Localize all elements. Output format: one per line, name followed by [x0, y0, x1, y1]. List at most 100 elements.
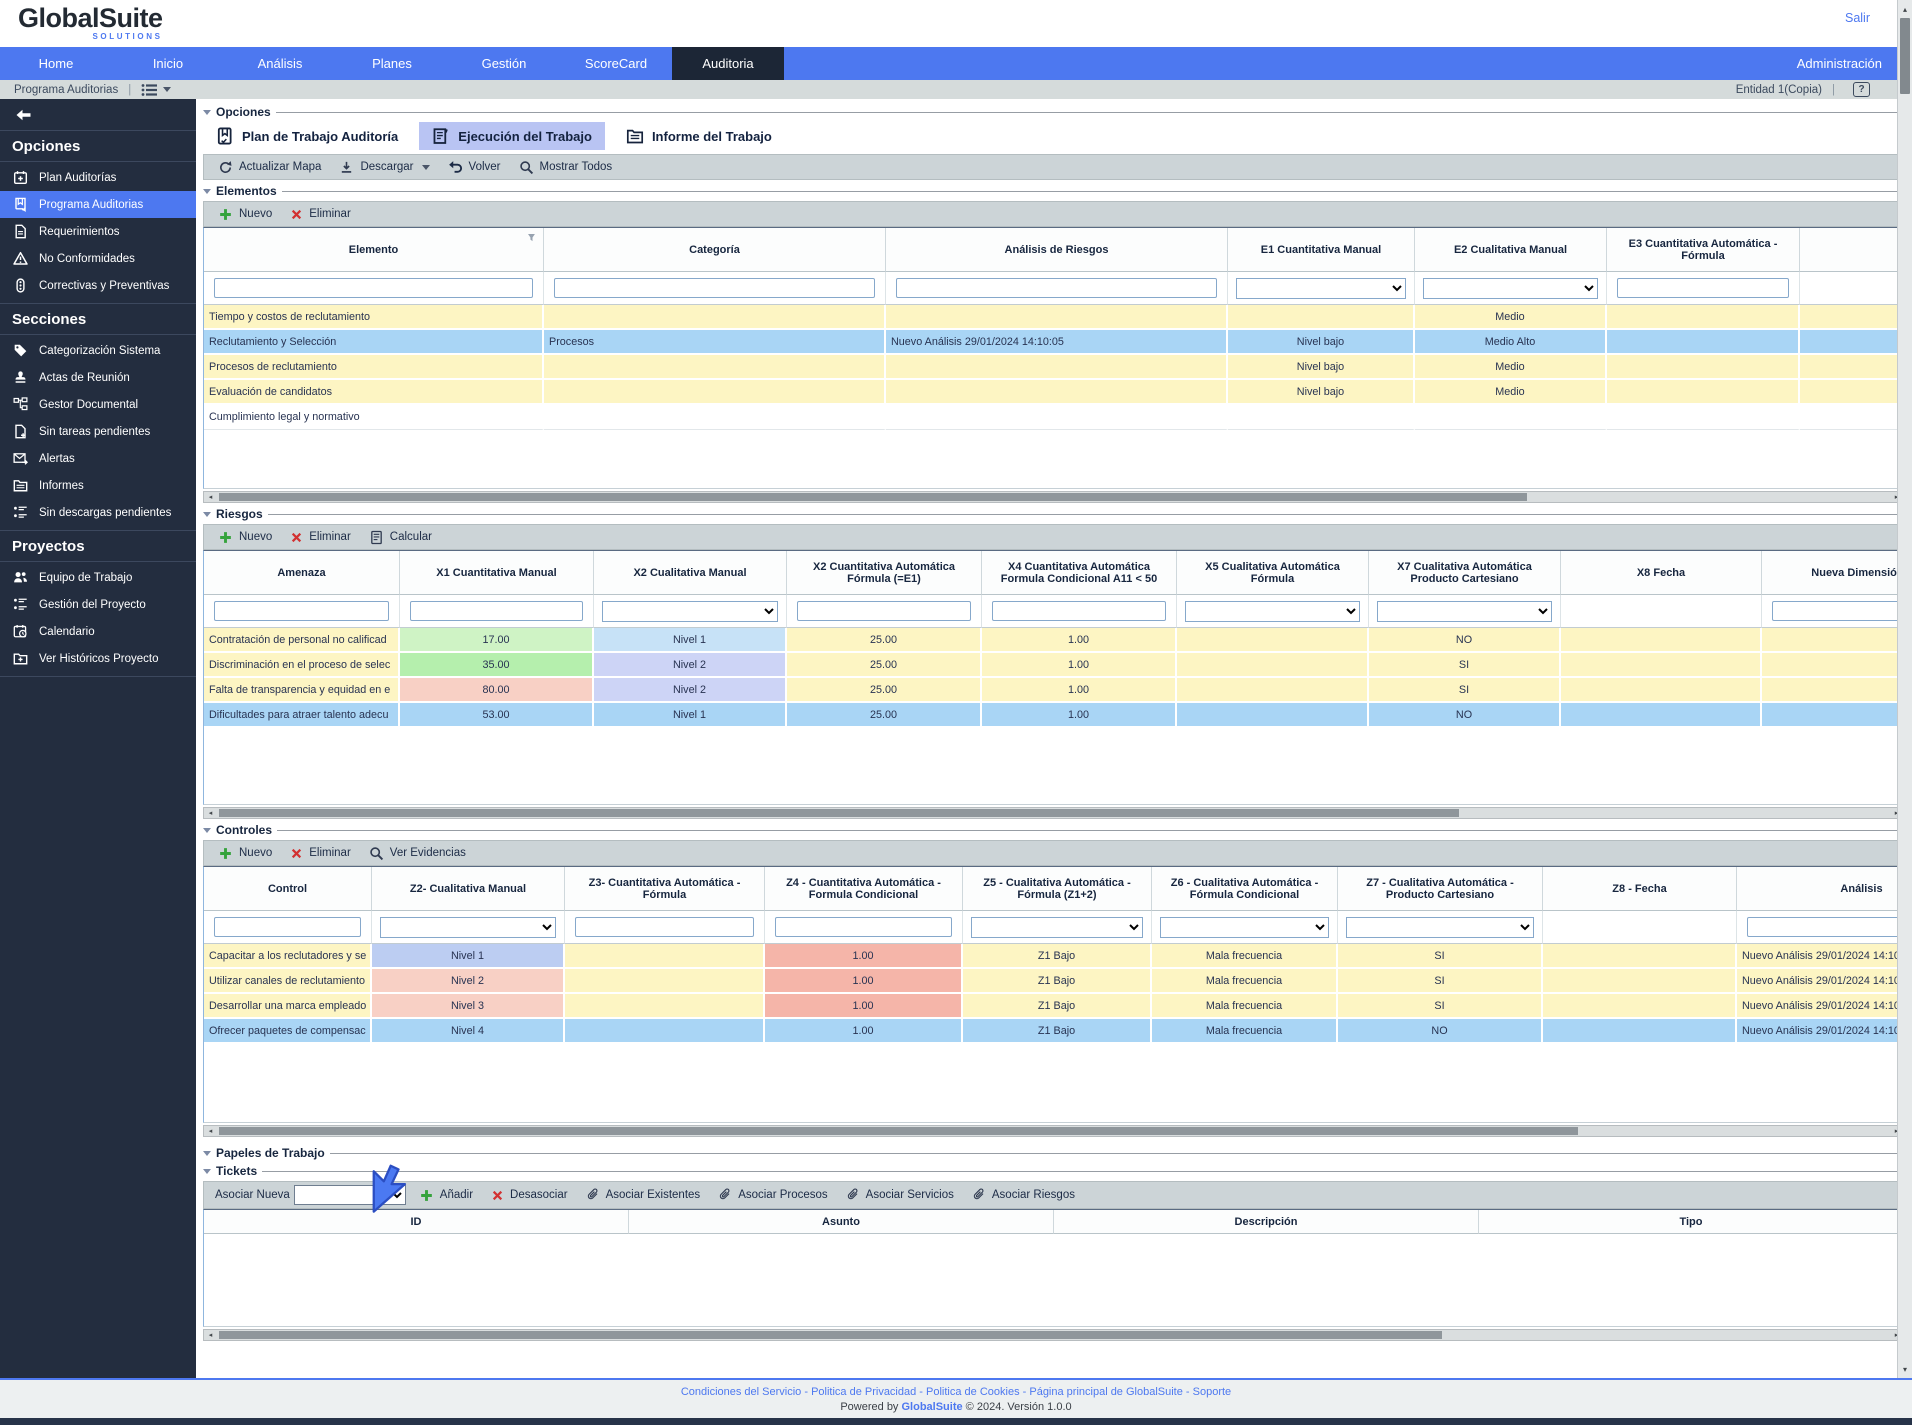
table-row[interactable]: Cumplimiento legal y normativo — [204, 405, 1904, 430]
filter-select-x7-cualitativa-automatica-producto-cartesiano[interactable] — [1377, 600, 1552, 622]
nav-item-auditoria[interactable]: Auditoria — [672, 47, 784, 80]
riesgos-nuevo[interactable]: Nuevo — [209, 530, 281, 545]
table-row[interactable]: Discriminación en el proceso de selec 35.… — [204, 653, 1904, 678]
controles-nuevo[interactable]: Nuevo — [209, 846, 281, 861]
nav-item-gestion[interactable]: Gestión — [448, 47, 560, 80]
filter-input-z4-cuantitativa-automatica-formula-condicional[interactable] — [775, 917, 952, 937]
filter-select-z2-cualitativa-manual[interactable] — [380, 916, 556, 938]
filter-input-analisis-de-riesgos[interactable] — [896, 278, 1217, 298]
nav-item-inicio[interactable]: Inicio — [112, 47, 224, 80]
asociar-nueva-select[interactable] — [293, 1185, 406, 1205]
sidebar-item-programa-auditorias[interactable]: Programa Auditorias — [0, 191, 196, 218]
column-header-z8-fecha[interactable]: Z8 - Fecha — [1543, 867, 1737, 911]
column-header-e3-cuantitativa-automatica-formula[interactable]: E3 Cuantitativa Automática - Fórmula — [1607, 228, 1800, 272]
column-header-nueva-dimension-23-01-2024[interactable]: Nueva Dimensión 23/01/2024 — [1762, 551, 1904, 595]
sidebar-item-ver-historicos-proyecto[interactable]: Ver Históricos Proyecto — [0, 645, 196, 672]
scroll-left-arrow[interactable]: ◂ — [204, 1126, 217, 1136]
column-header-elemento[interactable]: Elemento — [204, 228, 544, 272]
nav-item-home[interactable]: Home — [0, 47, 112, 80]
collapse-icon[interactable] — [203, 827, 211, 833]
tab-ejecucion-del-trabajo[interactable]: Ejecución del Trabajo — [419, 122, 605, 150]
tickets-asociar-existentes[interactable]: Asociar Existentes — [577, 1188, 710, 1202]
column-header-asunto[interactable]: Asunto — [629, 1210, 1054, 1234]
sidebar-item-no-conformidades[interactable]: No Conformidades — [0, 245, 196, 272]
column-header-x2-cuantitativa-automatica-formula-e1[interactable]: X2 Cuantitativa Automática Fórmula (=E1) — [787, 551, 982, 595]
sidebar-item-categorizacion-sistema[interactable]: Categorización Sistema — [0, 337, 196, 364]
controles-ver-evidencias[interactable]: Ver Evidencias — [360, 846, 475, 861]
scrollbar-thumb[interactable] — [219, 493, 1528, 501]
filter-select-e1-cuantitativa-manual[interactable] — [1236, 277, 1406, 299]
tab-informe-del-trabajo[interactable]: Informe del Trabajo — [613, 122, 785, 150]
footer-brand-link[interactable]: GlobalSuite — [902, 1401, 963, 1413]
column-header-amenaza[interactable]: Amenaza — [204, 551, 400, 595]
column-header-f[interactable]: F — [1800, 228, 1904, 272]
toolbar-descargar[interactable]: Descargar — [330, 160, 438, 175]
sidebar-item-calendario[interactable]: Calendario — [0, 618, 196, 645]
scrollbar-thumb[interactable] — [219, 1127, 1579, 1135]
tickets-asociar-servicios[interactable]: Asociar Servicios — [837, 1188, 963, 1202]
table-row[interactable]: Evaluación de candidatos Nivel bajo Medio — [204, 380, 1904, 405]
filter-select-z7-cualitativa-automatica-producto-cartesiano[interactable] — [1346, 916, 1534, 938]
filter-select-z5-cualitativa-automatica-formula-z1-2[interactable] — [971, 916, 1143, 938]
column-header-control[interactable]: Control — [204, 867, 372, 911]
controles-eliminar[interactable]: Eliminar — [281, 847, 360, 860]
filter-input-z3-cuantitativa-automatica-formula[interactable] — [575, 917, 754, 937]
sidebar-collapse-button[interactable] — [0, 99, 196, 131]
table-row[interactable]: Ofrecer paquetes de compensac Nivel 4 1.00… — [204, 1019, 1904, 1044]
nav-item-planes[interactable]: Planes — [336, 47, 448, 80]
sidebar-item-gestion-del-proyecto[interactable]: Gestión del Proyecto — [0, 591, 196, 618]
filter-input-x4-cuantitativa-automatica-formula-condicional-a11-50[interactable] — [992, 601, 1166, 621]
tickets-desasociar[interactable]: Desasociar — [482, 1189, 577, 1202]
table-row[interactable]: Dificultades para atraer talento adecu 53… — [204, 703, 1904, 728]
help-icon[interactable]: ? — [1853, 82, 1870, 97]
nav-item-administracion[interactable]: Administración — [1797, 47, 1912, 80]
filter-input-x2-cuantitativa-automatica-formula-e1[interactable] — [797, 601, 971, 621]
sidebar-item-alertas[interactable]: Alertas — [0, 445, 196, 472]
column-header-z2-cualitativa-manual[interactable]: Z2- Cualitativa Manual — [372, 867, 565, 911]
filter-input-elemento[interactable] — [214, 278, 533, 298]
collapse-icon[interactable] — [203, 1168, 211, 1174]
scrollbar-thumb[interactable] — [219, 1331, 1443, 1339]
table-row[interactable]: Desarrollar una marca empleado Nivel 3 1.0… — [204, 994, 1904, 1019]
riesgos-calcular[interactable]: Calcular — [360, 530, 441, 545]
nav-item-scorecard[interactable]: ScoreCard — [560, 47, 672, 80]
elementos-nuevo[interactable]: Nuevo — [209, 207, 281, 222]
table-row[interactable]: Tiempo y costos de reclutamiento Medio — [204, 305, 1904, 330]
toolbar-actualizar-mapa[interactable]: Actualizar Mapa — [209, 160, 330, 175]
column-header-analisis-de-riesgos[interactable]: Análisis de Riesgos — [886, 228, 1228, 272]
column-header-x8-fecha[interactable]: X8 Fecha — [1561, 551, 1762, 595]
toolbar-volver[interactable]: Volver — [439, 160, 510, 175]
scroll-down-arrow[interactable]: ▾ — [1898, 1362, 1912, 1376]
filter-input-e3-cuantitativa-automatica-formula[interactable] — [1617, 278, 1789, 298]
scroll-left-arrow[interactable]: ◂ — [204, 808, 217, 818]
sidebar-item-gestor-documental[interactable]: Gestor Documental — [0, 391, 196, 418]
sidebar-item-correctivas-y-preventivas[interactable]: Correctivas y Preventivas — [0, 272, 196, 299]
filter-funnel-icon[interactable] — [527, 233, 538, 247]
column-header-z7-cualitativa-automatica-producto-cartesiano[interactable]: Z7 - Cualitativa Automática - Producto C… — [1338, 867, 1543, 911]
filter-input-amenaza[interactable] — [214, 601, 389, 621]
footer-link-soporte[interactable]: Soporte — [1193, 1386, 1232, 1398]
table-row[interactable]: Falta de transparencia y equidad en e 80.… — [204, 678, 1904, 703]
collapse-icon[interactable] — [203, 1150, 211, 1156]
tab-plan-de-trabajo-auditoria[interactable]: Plan de Trabajo Auditoría — [203, 122, 411, 150]
caret-down-icon[interactable] — [421, 164, 430, 170]
sidebar-item-sin-tareas-pendientes[interactable]: Sin tareas pendientes — [0, 418, 196, 445]
filter-select-x5-cualitativa-automatica-formula[interactable] — [1185, 600, 1360, 622]
tickets-asociar-riesgos[interactable]: Asociar Riesgos — [963, 1188, 1084, 1202]
column-header-x1-cuantitativa-manual[interactable]: X1 Cuantitativa Manual — [400, 551, 594, 595]
scrollbar-thumb[interactable] — [1900, 18, 1910, 94]
sidebar-item-requerimientos[interactable]: Requerimientos — [0, 218, 196, 245]
filter-select-z6-cualitativa-automatica-formula-condicional[interactable] — [1160, 916, 1329, 938]
column-header-x7-cualitativa-automatica-producto-cartesiano[interactable]: X7 Cualitativa Automática Producto Carte… — [1369, 551, 1561, 595]
filter-input-control[interactable] — [214, 917, 361, 937]
logout-link[interactable]: Salir — [1845, 11, 1870, 25]
column-header-e2-cualitativa-manual[interactable]: E2 Cualitativa Manual — [1415, 228, 1607, 272]
sidebar-item-sin-descargas-pendientes[interactable]: Sin descargas pendientes — [0, 499, 196, 526]
table-row[interactable]: Procesos de reclutamiento Nivel bajo Medio — [204, 355, 1904, 380]
footer-link-politica-de-privacidad[interactable]: Politica de Privacidad — [811, 1386, 916, 1398]
footer-link-pagina-principal-de-globalsuite[interactable]: Página principal de GlobalSuite — [1029, 1386, 1183, 1398]
filter-input-x1-cuantitativa-manual[interactable] — [410, 601, 583, 621]
footer-link-politica-de-cookies[interactable]: Politica de Cookies — [926, 1386, 1020, 1398]
column-header-x5-cualitativa-automatica-formula[interactable]: X5 Cualitativa Automática Fórmula — [1177, 551, 1369, 595]
collapse-icon[interactable] — [203, 511, 211, 517]
